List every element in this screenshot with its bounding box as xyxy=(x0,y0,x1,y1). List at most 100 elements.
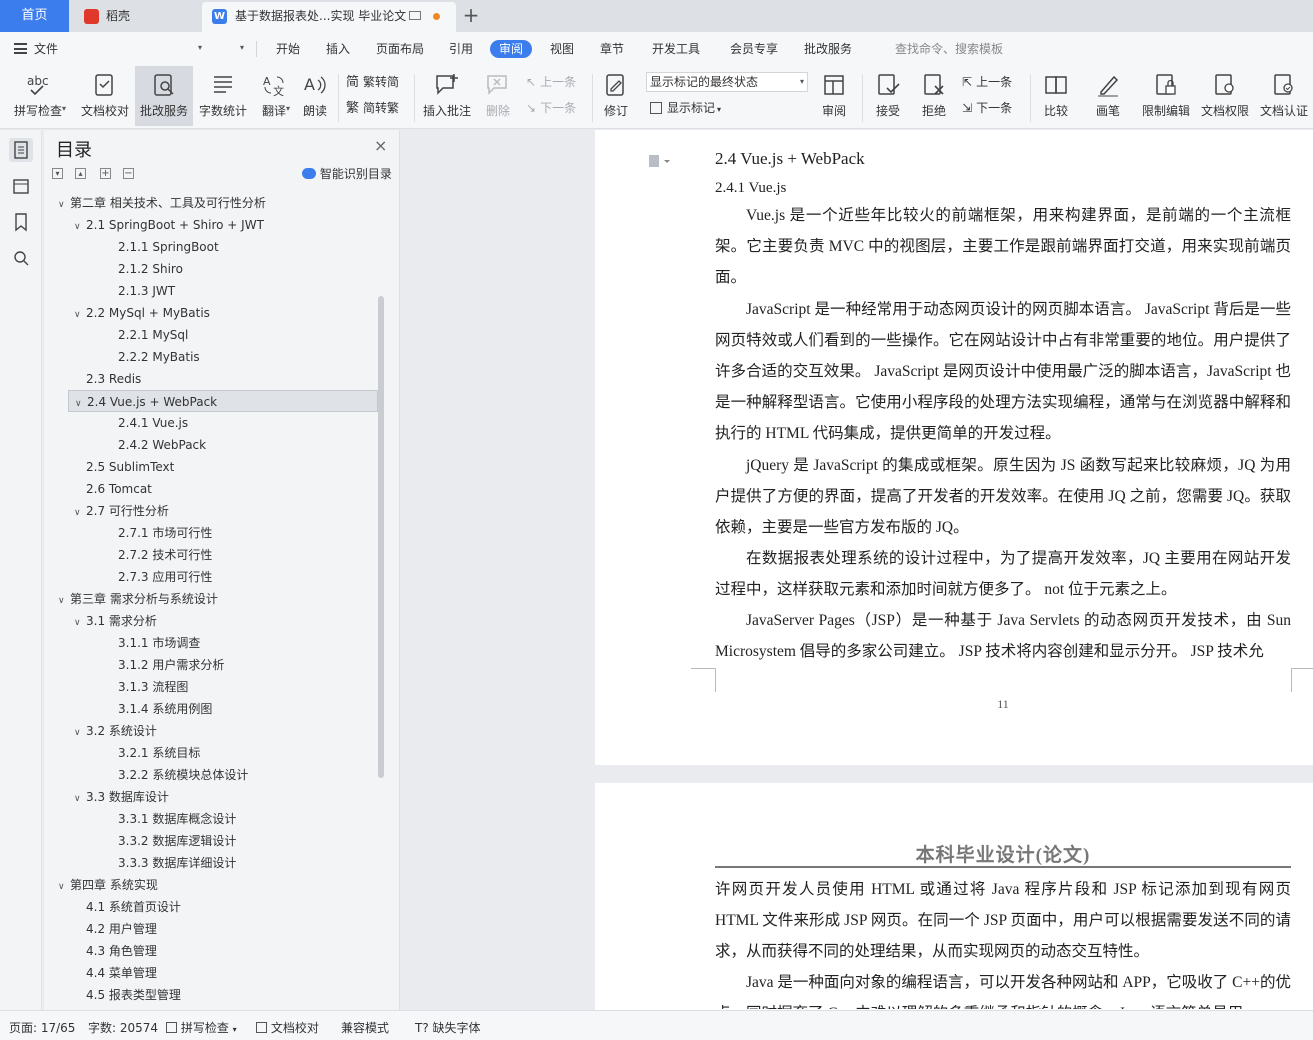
toc-item[interactable]: ∨ 第四章 系统实现 xyxy=(44,874,374,896)
word-count-button[interactable]: 字数统计 xyxy=(195,66,251,126)
toc-item[interactable]: ∨ 2.2 MySql + MyBatis xyxy=(44,302,374,324)
menu-tab-layout[interactable]: 页面布局 xyxy=(376,40,424,58)
toc-item[interactable]: ∨ 第二章 相关技术、工具及可行性分析 xyxy=(44,192,374,214)
toc-item[interactable]: 4.3 角色管理 xyxy=(44,940,374,962)
chevron-down-icon[interactable]: ∨ xyxy=(74,216,86,238)
proofread-button[interactable]: 文档校对 xyxy=(76,66,134,126)
toc-item[interactable]: 2.1.3 JWT xyxy=(44,280,374,302)
trad-to-simp-button[interactable]: 简繁转简 xyxy=(346,74,399,91)
chevron-down-icon[interactable]: ∨ xyxy=(74,304,86,326)
show-markup-button[interactable]: 显示标记 ▾ xyxy=(650,100,721,118)
toc-item[interactable]: 2.7.3 应用可行性 xyxy=(44,566,374,588)
review-service-button[interactable]: 批改服务 xyxy=(135,66,193,126)
quick-access-dropdown-icon[interactable]: ▾ xyxy=(240,43,244,52)
chevron-down-icon[interactable]: ∨ xyxy=(74,722,86,744)
toc-item[interactable]: ∨ 3.1 需求分析 xyxy=(44,610,374,632)
toc-item[interactable]: 4.1 系统首页设计 xyxy=(44,896,374,918)
toc-item[interactable]: ∨ 3.2 系统设计 xyxy=(44,720,374,742)
chevron-down-icon[interactable]: ∨ xyxy=(58,194,70,216)
toc-item[interactable]: 2.1.1 SpringBoot xyxy=(44,236,374,258)
toc-item[interactable]: 3.1.1 市场调查 xyxy=(44,632,374,654)
doc-certify-button[interactable]: 文档认证 xyxy=(1255,66,1313,126)
toc-item[interactable]: ∨ 2.7 可行性分析 xyxy=(44,500,374,522)
expand-all-icon[interactable]: ▴ xyxy=(75,168,86,179)
translate-button[interactable]: A文 翻译 ▾ xyxy=(252,66,296,126)
next-change-button[interactable]: ⇲ 下一条 xyxy=(962,100,1012,116)
undo-dropdown-icon[interactable]: ▾ xyxy=(198,43,202,52)
document-tab[interactable]: W 基于数据报表处...实现 毕业论文 xyxy=(202,2,456,32)
toc-item[interactable]: 4.4 菜单管理 xyxy=(44,962,374,984)
chapter-nav-icon[interactable] xyxy=(9,174,33,198)
toc-item[interactable]: ∨ 第三章 需求分析与系统设计 xyxy=(44,588,374,610)
menu-tab-correction[interactable]: 批改服务 xyxy=(804,40,852,58)
home-tab[interactable]: 首页 xyxy=(0,0,69,32)
toc-item[interactable]: 4.5 报表类型管理 xyxy=(44,984,374,1006)
promote-level-icon[interactable]: + xyxy=(100,168,111,179)
word-count-indicator[interactable]: 字数: 20574 xyxy=(88,1019,158,1036)
command-search-input[interactable]: 查找命令、搜索模板 xyxy=(895,40,1003,58)
spellcheck-dropdown-icon[interactable]: ▾ xyxy=(62,104,66,113)
prev-comment-button[interactable]: ↖ 上一条 xyxy=(526,74,576,90)
toc-item[interactable]: 2.4.2 WebPack xyxy=(44,434,374,456)
toc-item[interactable]: ∨ 2.1 SpringBoot + Shiro + JWT xyxy=(44,214,374,236)
read-aloud-button[interactable]: A 朗读 xyxy=(296,66,334,126)
menu-tab-member[interactable]: 会员专享 xyxy=(730,40,778,58)
spellcheck-status[interactable]: 拼写检查 ▾ xyxy=(166,1019,237,1036)
toc-item[interactable]: ∨ 2.4 Vue.js + WebPack xyxy=(68,390,378,412)
ink-button[interactable]: 画笔 xyxy=(1086,66,1130,126)
toc-item[interactable]: 2.5 SublimText xyxy=(44,456,374,478)
hamburger-icon[interactable] xyxy=(14,43,27,54)
toc-item[interactable]: 2.1.2 Shiro xyxy=(44,258,374,280)
next-comment-button[interactable]: ↘ 下一条 xyxy=(526,100,576,116)
menu-tab-view[interactable]: 视图 xyxy=(550,40,574,58)
toc-item[interactable]: 4.2 用户管理 xyxy=(44,918,374,940)
menu-tab-chapter[interactable]: 章节 xyxy=(600,40,624,58)
insert-comment-button[interactable]: 插入批注 xyxy=(418,66,476,126)
toc-item[interactable]: 2.7.1 市场可行性 xyxy=(44,522,374,544)
doc-permission-button[interactable]: 文档权限 xyxy=(1196,66,1254,126)
toc-item[interactable]: 3.2.2 系统模块总体设计 xyxy=(44,764,374,786)
proofread-status[interactable]: 文档校对 xyxy=(256,1019,319,1036)
smart-toc-button[interactable]: 智能识别目录 xyxy=(302,165,392,182)
track-changes-button[interactable]: 修订 xyxy=(596,66,636,126)
toc-item[interactable]: 2.6 Tomcat xyxy=(44,478,374,500)
daoke-tab[interactable]: 稻壳 xyxy=(74,2,198,32)
missing-font-status[interactable]: T? 缺失字体 xyxy=(415,1019,481,1036)
toc-item[interactable]: 3.1.2 用户需求分析 xyxy=(44,654,374,676)
demote-level-icon[interactable]: − xyxy=(123,168,134,179)
prev-change-button[interactable]: ⇱ 上一条 xyxy=(962,74,1012,90)
close-icon[interactable]: × xyxy=(374,136,387,155)
delete-comment-button[interactable]: 删除 xyxy=(478,66,518,126)
toc-item[interactable]: 2.2.2 MyBatis xyxy=(44,346,374,368)
accept-button[interactable]: 接受 xyxy=(866,66,910,126)
menu-tab-developer[interactable]: 开发工具 xyxy=(652,40,700,58)
toc-item[interactable]: 3.3.2 数据库逻辑设计 xyxy=(44,830,374,852)
toc-pane-icon[interactable] xyxy=(9,138,33,162)
menu-tab-insert[interactable]: 插入 xyxy=(326,40,350,58)
toc-item[interactable]: 2.7.2 技术可行性 xyxy=(44,544,374,566)
new-tab-button[interactable]: + xyxy=(461,4,481,26)
toc-scrollbar[interactable] xyxy=(378,296,384,778)
chevron-down-icon[interactable]: ∨ xyxy=(58,876,70,898)
collapse-all-icon[interactable]: ▾ xyxy=(52,168,63,179)
toc-item[interactable]: 3.2.1 系统目标 xyxy=(44,742,374,764)
toc-item[interactable]: 2.2.1 MySql xyxy=(44,324,374,346)
menu-tab-review[interactable]: 审阅 xyxy=(490,40,533,58)
spellcheck-button[interactable]: abc 拼写检查 ▾ xyxy=(6,66,70,126)
translate-dropdown-icon[interactable]: ▾ xyxy=(286,104,290,113)
compare-button[interactable]: 比较 xyxy=(1034,66,1078,126)
chevron-down-icon[interactable]: ∨ xyxy=(58,590,70,612)
reject-button[interactable]: 拒绝 xyxy=(912,66,956,126)
toc-item[interactable]: 3.1.3 流程图 xyxy=(44,676,374,698)
bookmark-icon[interactable] xyxy=(9,210,33,234)
paragraph-menu-icon[interactable] xyxy=(648,154,670,168)
file-menu[interactable]: 文件 xyxy=(34,40,58,58)
toc-item[interactable]: 3.1.4 系统用例图 xyxy=(44,698,374,720)
simp-to-trad-button[interactable]: 繁简转繁 xyxy=(346,100,399,117)
review-pane-button[interactable]: 审阅 xyxy=(814,66,854,126)
toc-item[interactable]: 2.4.1 Vue.js xyxy=(44,412,374,434)
toc-item[interactable]: ∨ 3.3 数据库设计 xyxy=(44,786,374,808)
menu-tab-references[interactable]: 引用 xyxy=(449,40,473,58)
chevron-down-icon[interactable]: ∨ xyxy=(74,612,86,634)
find-icon[interactable] xyxy=(9,246,33,270)
